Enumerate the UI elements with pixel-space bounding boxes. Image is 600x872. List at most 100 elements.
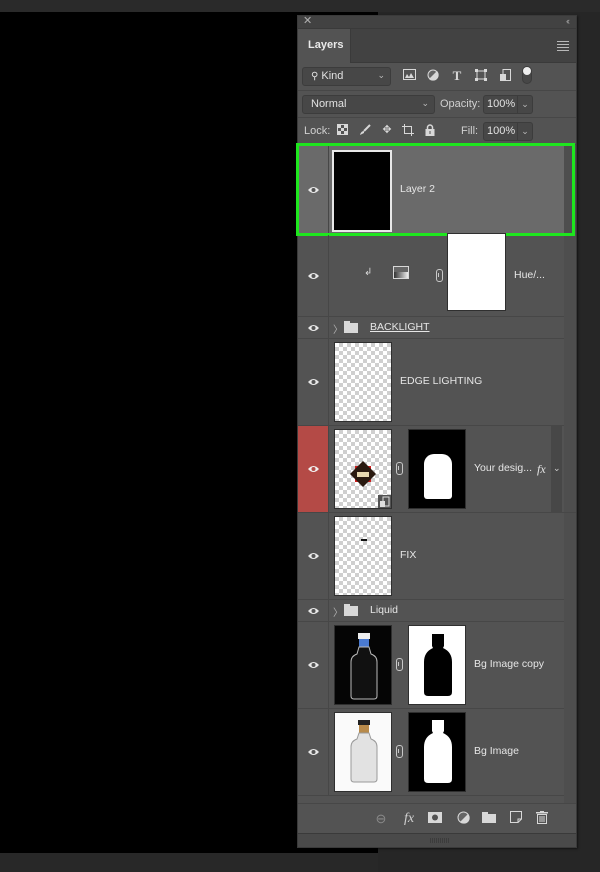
lock-label: Lock:: [304, 125, 331, 137]
bottle-image-dark: [350, 633, 378, 700]
close-icon[interactable]: ✕: [303, 15, 312, 28]
layer-name[interactable]: Bg Image: [474, 745, 519, 757]
layer-name[interactable]: Your desig...: [474, 462, 532, 474]
layer-mask-thumbnail: [408, 712, 466, 792]
layer-thumbnail: [334, 625, 392, 705]
adjustment-layer-icon[interactable]: [455, 811, 471, 827]
fx-expand-toggle[interactable]: ⌄: [551, 426, 562, 512]
eye-icon[interactable]: [308, 465, 319, 473]
opacity-input[interactable]: 100%: [483, 95, 518, 114]
layer-row-fix[interactable]: FIX: [298, 513, 564, 600]
layer-name[interactable]: BACKLIGHT: [370, 321, 430, 333]
panel-titlebar: ✕ ‹‹: [298, 15, 576, 29]
fill-dropdown-button[interactable]: ⌄: [517, 122, 533, 141]
visibility-toggle[interactable]: [298, 709, 329, 795]
layer-row-edge-lighting[interactable]: EDGE LIGHTING: [298, 339, 564, 426]
link-icon[interactable]: [396, 745, 403, 758]
link-icon[interactable]: [436, 268, 443, 282]
add-mask-icon[interactable]: [427, 811, 443, 826]
fx-badge[interactable]: fx: [537, 462, 546, 477]
layer-name[interactable]: FIX: [400, 549, 416, 561]
layer-row-bg-image-copy[interactable]: Bg Image copy: [298, 622, 564, 709]
visibility-toggle[interactable]: [298, 145, 329, 234]
adjustment-mask-thumbnail: [447, 233, 506, 311]
visibility-toggle[interactable]: [298, 426, 329, 512]
layer-name[interactable]: Hue/...: [514, 269, 545, 281]
visibility-toggle[interactable]: [298, 622, 329, 708]
eye-icon[interactable]: [308, 552, 319, 560]
tab-layers[interactable]: Layers: [298, 29, 351, 63]
new-layer-icon[interactable]: [508, 811, 524, 826]
kind-filter-select[interactable]: ⚲ Kind ⌄: [302, 67, 391, 86]
search-icon: ⚲: [311, 71, 319, 82]
grip-icon: [430, 838, 450, 843]
visibility-toggle[interactable]: [298, 317, 329, 338]
new-group-icon[interactable]: [481, 811, 497, 826]
shape-filter-icon[interactable]: [474, 69, 488, 83]
hue-saturation-adjustment-icon: [393, 266, 409, 279]
eye-icon[interactable]: [308, 324, 319, 332]
chevron-right-icon[interactable]: 〉: [333, 604, 343, 619]
fill-input[interactable]: 100%: [483, 122, 518, 141]
adjustment-filter-icon[interactable]: [426, 69, 440, 83]
link-icon[interactable]: [396, 462, 403, 475]
layer-thumbnail: [332, 150, 392, 232]
layers-panel: ✕ ‹‹ Layers ⚲ Kind ⌄ T Normal ⌄ Opacity:…: [296, 15, 577, 848]
visibility-toggle[interactable]: [298, 513, 329, 599]
layer-row-backlight-group[interactable]: 〉 BACKLIGHT: [298, 317, 564, 339]
app-top-bar: [0, 0, 600, 12]
layer-row-layer-2[interactable]: Layer 2: [296, 143, 575, 236]
link-icon[interactable]: [396, 658, 403, 671]
clipping-arrow-icon: ↲: [364, 267, 373, 278]
layer-mask-thumbnail: [408, 625, 466, 705]
lock-row: Lock: ✥ Fill: 100% ⌄: [298, 118, 576, 145]
hamburger-menu-icon[interactable]: [557, 41, 569, 53]
chevron-down-icon: ⌄: [421, 98, 429, 108]
type-filter-icon[interactable]: T: [450, 69, 464, 83]
double-chevron-left-icon[interactable]: ‹‹: [566, 15, 570, 28]
image-filter-icon[interactable]: [402, 69, 416, 83]
chevron-right-icon[interactable]: 〉: [333, 321, 343, 336]
panel-resize-handle[interactable]: [298, 833, 576, 847]
layer-row-bg-image[interactable]: Bg Image: [298, 709, 564, 796]
layer-thumbnail: [334, 342, 392, 422]
eye-icon[interactable]: [308, 661, 319, 669]
delete-layer-icon[interactable]: [534, 811, 550, 827]
layer-name[interactable]: Layer 2: [400, 183, 435, 195]
bottle-mask-black: [424, 634, 452, 696]
lock-image-pixels-icon[interactable]: [359, 124, 371, 136]
layer-row-your-design[interactable]: Your desig... fx ⌄: [298, 426, 576, 513]
visibility-toggle[interactable]: [298, 600, 329, 621]
opacity-dropdown-button[interactable]: ⌄: [517, 95, 533, 114]
lock-position-icon[interactable]: ✥: [381, 124, 393, 136]
bottle-mask-white: [424, 720, 452, 783]
layer-mask-thumbnail: [408, 429, 466, 509]
panel-tab-row: Layers: [298, 29, 576, 63]
layer-thumbnail: [334, 429, 392, 509]
layer-name[interactable]: Liquid: [370, 604, 398, 616]
smart-object-badge-icon: [378, 495, 391, 508]
blend-mode-select[interactable]: Normal ⌄: [302, 95, 435, 114]
eye-icon[interactable]: [308, 272, 319, 280]
lock-transparent-pixels-icon[interactable]: [336, 124, 348, 136]
filter-row: ⚲ Kind ⌄ T: [298, 63, 576, 91]
eye-icon[interactable]: [308, 748, 319, 756]
layer-row-hue-saturation[interactable]: ↲ Hue/...: [298, 233, 564, 317]
smart-object-filter-icon[interactable]: [498, 69, 512, 83]
layer-name[interactable]: Bg Image copy: [474, 658, 544, 670]
filter-toggle-icon[interactable]: [520, 66, 534, 84]
rum-logo-thumbnail: [350, 461, 376, 487]
eye-icon[interactable]: [308, 186, 319, 194]
fx-icon[interactable]: fx: [401, 811, 417, 827]
visibility-toggle[interactable]: [298, 339, 329, 425]
fix-mark: [361, 539, 367, 541]
blend-mode-value: Normal: [311, 98, 347, 110]
eye-icon[interactable]: [308, 607, 319, 615]
layer-name[interactable]: EDGE LIGHTING: [400, 375, 482, 387]
visibility-toggle[interactable]: [298, 235, 329, 316]
lock-all-icon[interactable]: [424, 124, 436, 136]
link-layers-icon[interactable]: ⊖: [373, 811, 389, 827]
lock-artboard-icon[interactable]: [402, 124, 414, 136]
eye-icon[interactable]: [308, 378, 319, 386]
layer-row-liquid-group[interactable]: 〉 Liquid: [298, 600, 564, 622]
